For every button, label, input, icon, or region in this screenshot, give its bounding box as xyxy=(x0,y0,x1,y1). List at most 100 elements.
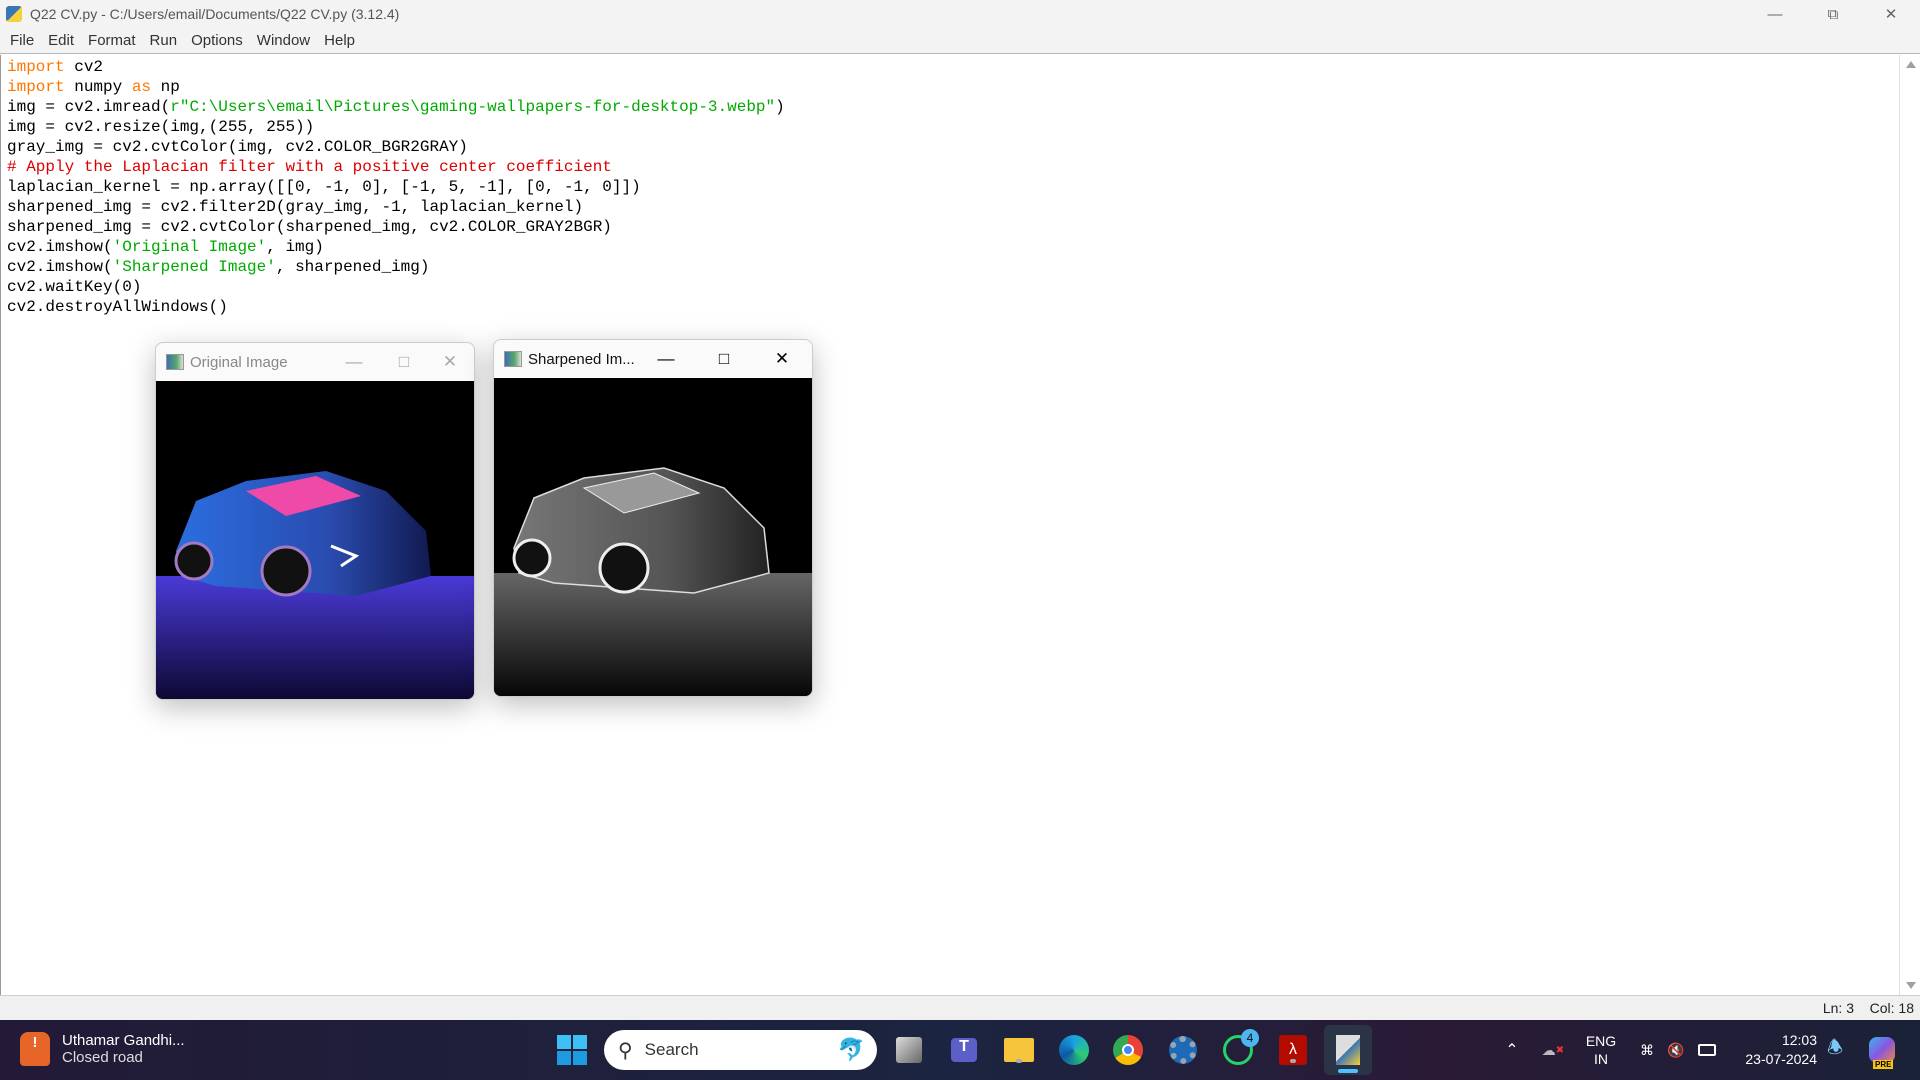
maximize-button[interactable]: □ xyxy=(704,340,744,378)
settings-gear-icon[interactable] xyxy=(1166,1033,1200,1067)
code-token: cv2.imshow( xyxy=(7,258,113,276)
copilot-preview-badge: PRE xyxy=(1873,1060,1894,1069)
taskbar: ! Uthamar Gandhi... Closed road ⚲ Search… xyxy=(0,1020,1920,1080)
sharpened-image-window[interactable]: Sharpened Im... — □ ✕ xyxy=(493,339,813,697)
edge-icon[interactable] xyxy=(1057,1033,1091,1067)
code-token: , img) xyxy=(266,238,324,256)
language-indicator[interactable]: ENG IN xyxy=(1582,1020,1620,1080)
line-number: Ln: 3 xyxy=(1822,1000,1854,1016)
string-token: 'Original Image' xyxy=(112,238,267,256)
task-view-icon[interactable] xyxy=(892,1033,926,1067)
scroll-down-arrow-icon[interactable] xyxy=(1906,982,1916,989)
code-token: cv2.imshow( xyxy=(7,238,113,256)
comment-token: # Apply the Laplacian filter with a posi… xyxy=(7,158,612,176)
sharpened-window-titlebar[interactable]: Sharpened Im... — □ ✕ xyxy=(494,340,812,378)
minimize-button[interactable]: — xyxy=(646,340,686,378)
column-number: Col: 18 xyxy=(1869,1000,1914,1016)
menu-run[interactable]: Run xyxy=(144,32,186,49)
menu-options[interactable]: Options xyxy=(185,32,251,49)
clock-time: 12:03 xyxy=(1781,1032,1817,1048)
traffic-alert-icon: ! xyxy=(20,1032,50,1066)
code-token: gray_img = cv2.cvtColor(img, cv2.COLOR_B… xyxy=(7,138,468,156)
taskbar-search-box[interactable]: ⚲ Search 🐬 xyxy=(604,1030,877,1070)
notification-bell-icon[interactable]: 🕭 xyxy=(1824,1020,1846,1080)
weather-title: Uthamar Gandhi... xyxy=(62,1032,185,1049)
maximize-button[interactable]: □ xyxy=(384,343,424,381)
code-token: img = cv2.resize(img,(255, 255)) xyxy=(7,118,315,136)
close-button[interactable]: ✕ xyxy=(1862,0,1920,28)
code-line[interactable]: import numpy as np xyxy=(7,77,1899,97)
menu-window[interactable]: Window xyxy=(251,32,318,49)
code-line[interactable]: cv2.destroyAllWindows() xyxy=(7,297,1899,317)
clock[interactable]: 12:03 23-07-2024 xyxy=(1735,1020,1817,1080)
code-token: sharpened_img = cv2.cvtColor(sharpened_i… xyxy=(7,218,612,236)
status-bar: Ln: 3 Col: 18 xyxy=(0,995,1920,1020)
minimize-button[interactable]: — xyxy=(1746,0,1804,28)
file-explorer-icon[interactable] xyxy=(1002,1033,1036,1067)
weather-subtitle: Closed road xyxy=(62,1049,143,1066)
code-line[interactable]: cv2.imshow('Original Image', img) xyxy=(7,237,1899,257)
dolphin-bing-icon: 🐬 xyxy=(837,1037,865,1062)
code-line[interactable]: laplacian_kernel = np.array([[0, -1, 0],… xyxy=(7,177,1899,197)
code-line[interactable]: import cv2 xyxy=(7,57,1899,77)
clock-date: 23-07-2024 xyxy=(1745,1051,1817,1067)
menu-format[interactable]: Format xyxy=(82,32,144,49)
chrome-icon[interactable] xyxy=(1111,1033,1145,1067)
original-image-window[interactable]: Original Image — □ ✕ xyxy=(155,342,475,700)
image-window-icon xyxy=(504,351,522,367)
code-line[interactable]: img = cv2.imread(r"C:\Users\email\Pictur… xyxy=(7,97,1899,117)
menu-bar: File Edit Format Run Options Window Help xyxy=(0,28,1920,54)
whatsapp-badge: 4 xyxy=(1241,1029,1259,1047)
code-line[interactable]: cv2.waitKey(0) xyxy=(7,277,1899,297)
code-line[interactable]: gray_img = cv2.cvtColor(img, cv2.COLOR_B… xyxy=(7,137,1899,157)
menu-file[interactable]: File xyxy=(4,32,42,49)
python-idle-icon xyxy=(6,6,22,22)
keyword-token: import xyxy=(7,58,65,76)
weather-widget[interactable]: ! Uthamar Gandhi... Closed road xyxy=(20,1032,185,1066)
menu-help[interactable]: Help xyxy=(318,32,363,49)
search-icon: ⚲ xyxy=(618,1039,633,1062)
close-button[interactable]: ✕ xyxy=(430,343,470,381)
code-line[interactable]: sharpened_img = cv2.filter2D(gray_img, -… xyxy=(7,197,1899,217)
code-text[interactable]: import cv2 import numpy as np img = cv2.im… xyxy=(1,55,1899,317)
whatsapp-icon[interactable]: 4 xyxy=(1221,1029,1259,1067)
restore-button[interactable]: ⧉ xyxy=(1804,0,1862,28)
code-token: sharpened_img = cv2.filter2D(gray_img, -… xyxy=(7,198,584,216)
code-token: laplacian_kernel = np.array([[0, -1, 0],… xyxy=(7,178,641,196)
string-token: 'Sharpened Image' xyxy=(112,258,276,276)
scroll-up-arrow-icon[interactable] xyxy=(1906,61,1916,68)
minimize-button[interactable]: — xyxy=(334,343,374,381)
original-car-image xyxy=(156,381,474,699)
code-token: , sharpened_img) xyxy=(275,258,430,276)
battery-icon[interactable] xyxy=(1694,1020,1720,1080)
onedrive-error-icon[interactable]: ☁ ✖ xyxy=(1540,1020,1566,1080)
teams-icon[interactable]: T xyxy=(947,1033,981,1067)
code-token: cv2.waitKey(0) xyxy=(7,278,142,296)
code-token: ) xyxy=(775,98,785,116)
close-button[interactable]: ✕ xyxy=(762,340,802,378)
code-line[interactable]: # Apply the Laplacian filter with a posi… xyxy=(7,157,1899,177)
acrobat-icon[interactable]: λ xyxy=(1276,1033,1310,1067)
code-token: cv2 xyxy=(64,58,104,76)
code-line[interactable]: sharpened_img = cv2.cvtColor(sharpened_i… xyxy=(7,217,1899,237)
windows-start-icon[interactable] xyxy=(555,1033,589,1067)
region-code: IN xyxy=(1594,1051,1608,1067)
keyword-token: import xyxy=(7,78,65,96)
wifi-icon[interactable]: ⌘ xyxy=(1636,1020,1658,1080)
window-title: Q22 CV.py - C:/Users/email/Documents/Q22… xyxy=(30,6,400,22)
code-line[interactable]: img = cv2.resize(img,(255, 255)) xyxy=(7,117,1899,137)
vertical-scrollbar[interactable] xyxy=(1899,55,1920,995)
volume-muted-icon[interactable]: 🔇 xyxy=(1664,1020,1688,1080)
original-window-title: Original Image xyxy=(190,353,288,371)
menu-edit[interactable]: Edit xyxy=(42,32,82,49)
sharpened-window-title: Sharpened Im... xyxy=(528,350,635,368)
sharpened-car-image xyxy=(494,378,812,696)
code-token: cv2.destroyAllWindows() xyxy=(7,298,228,316)
code-token: img = cv2.imread( xyxy=(7,98,171,116)
image-window-icon xyxy=(166,354,184,370)
copilot-icon[interactable]: PRE xyxy=(1864,1020,1900,1080)
code-line[interactable]: cv2.imshow('Sharpened Image', sharpened_… xyxy=(7,257,1899,277)
python-idle-taskbar-icon[interactable] xyxy=(1324,1025,1372,1075)
show-hidden-icons-chevron-icon[interactable]: ⌃ xyxy=(1500,1020,1524,1080)
original-window-titlebar[interactable]: Original Image — □ ✕ xyxy=(156,343,474,381)
